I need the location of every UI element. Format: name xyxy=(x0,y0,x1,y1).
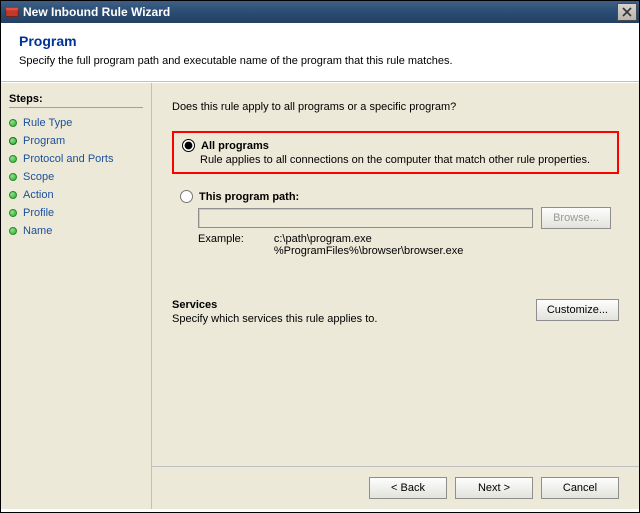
step-label: Scope xyxy=(23,171,54,183)
step-action[interactable]: Action xyxy=(9,186,143,204)
radio-program-path[interactable] xyxy=(180,190,193,203)
option-all-label: All programs xyxy=(201,140,269,152)
program-path-input[interactable] xyxy=(198,208,533,228)
step-label: Program xyxy=(23,135,65,147)
services-section: Services Specify which services this rul… xyxy=(172,299,619,325)
step-label: Name xyxy=(23,225,52,237)
step-label: Rule Type xyxy=(23,117,72,129)
option-all-desc: Rule applies to all connections on the c… xyxy=(200,154,609,166)
cancel-button[interactable]: Cancel xyxy=(541,477,619,499)
close-button[interactable] xyxy=(617,3,637,21)
bullet-icon xyxy=(9,227,17,235)
step-label: Action xyxy=(23,189,54,201)
bullet-icon xyxy=(9,191,17,199)
main-panel: Does this rule apply to all programs or … xyxy=(151,83,639,509)
step-program[interactable]: Program xyxy=(9,132,143,150)
services-heading: Services xyxy=(172,299,377,311)
steps-heading: Steps: xyxy=(9,93,143,105)
option-all-programs: All programs Rule applies to all connect… xyxy=(172,131,619,174)
browse-button[interactable]: Browse... xyxy=(541,207,611,229)
app-icon xyxy=(5,5,19,19)
step-name[interactable]: Name xyxy=(9,222,143,240)
step-label: Protocol and Ports xyxy=(23,153,114,165)
example-paths: c:\path\program.exe %ProgramFiles%\brows… xyxy=(274,233,464,257)
example-label: Example: xyxy=(198,233,244,257)
question-text: Does this rule apply to all programs or … xyxy=(172,101,619,113)
customize-button[interactable]: Customize... xyxy=(536,299,619,321)
step-label: Profile xyxy=(23,207,54,219)
radio-all-programs[interactable] xyxy=(182,139,195,152)
wizard-button-bar: < Back Next > Cancel xyxy=(152,466,639,509)
title-bar: New Inbound Rule Wizard xyxy=(1,1,639,23)
window-title: New Inbound Rule Wizard xyxy=(23,5,170,19)
page-subtitle: Specify the full program path and execut… xyxy=(19,55,621,67)
page-title: Program xyxy=(19,33,621,49)
divider xyxy=(9,107,143,108)
option-program-path: This program path: Browse... Example: c:… xyxy=(172,184,619,263)
next-button[interactable]: Next > xyxy=(455,477,533,499)
bullet-icon xyxy=(9,119,17,127)
step-profile[interactable]: Profile xyxy=(9,204,143,222)
back-button[interactable]: < Back xyxy=(369,477,447,499)
step-rule-type[interactable]: Rule Type xyxy=(9,114,143,132)
bullet-icon xyxy=(9,137,17,145)
option-path-label: This program path: xyxy=(199,191,299,203)
bullet-icon xyxy=(9,209,17,217)
bullet-icon xyxy=(9,155,17,163)
header: Program Specify the full program path an… xyxy=(1,23,639,82)
step-scope[interactable]: Scope xyxy=(9,168,143,186)
steps-sidebar: Steps: Rule Type Program Protocol and Po… xyxy=(1,83,151,509)
services-desc: Specify which services this rule applies… xyxy=(172,313,377,325)
step-protocol-ports[interactable]: Protocol and Ports xyxy=(9,150,143,168)
bullet-icon xyxy=(9,173,17,181)
